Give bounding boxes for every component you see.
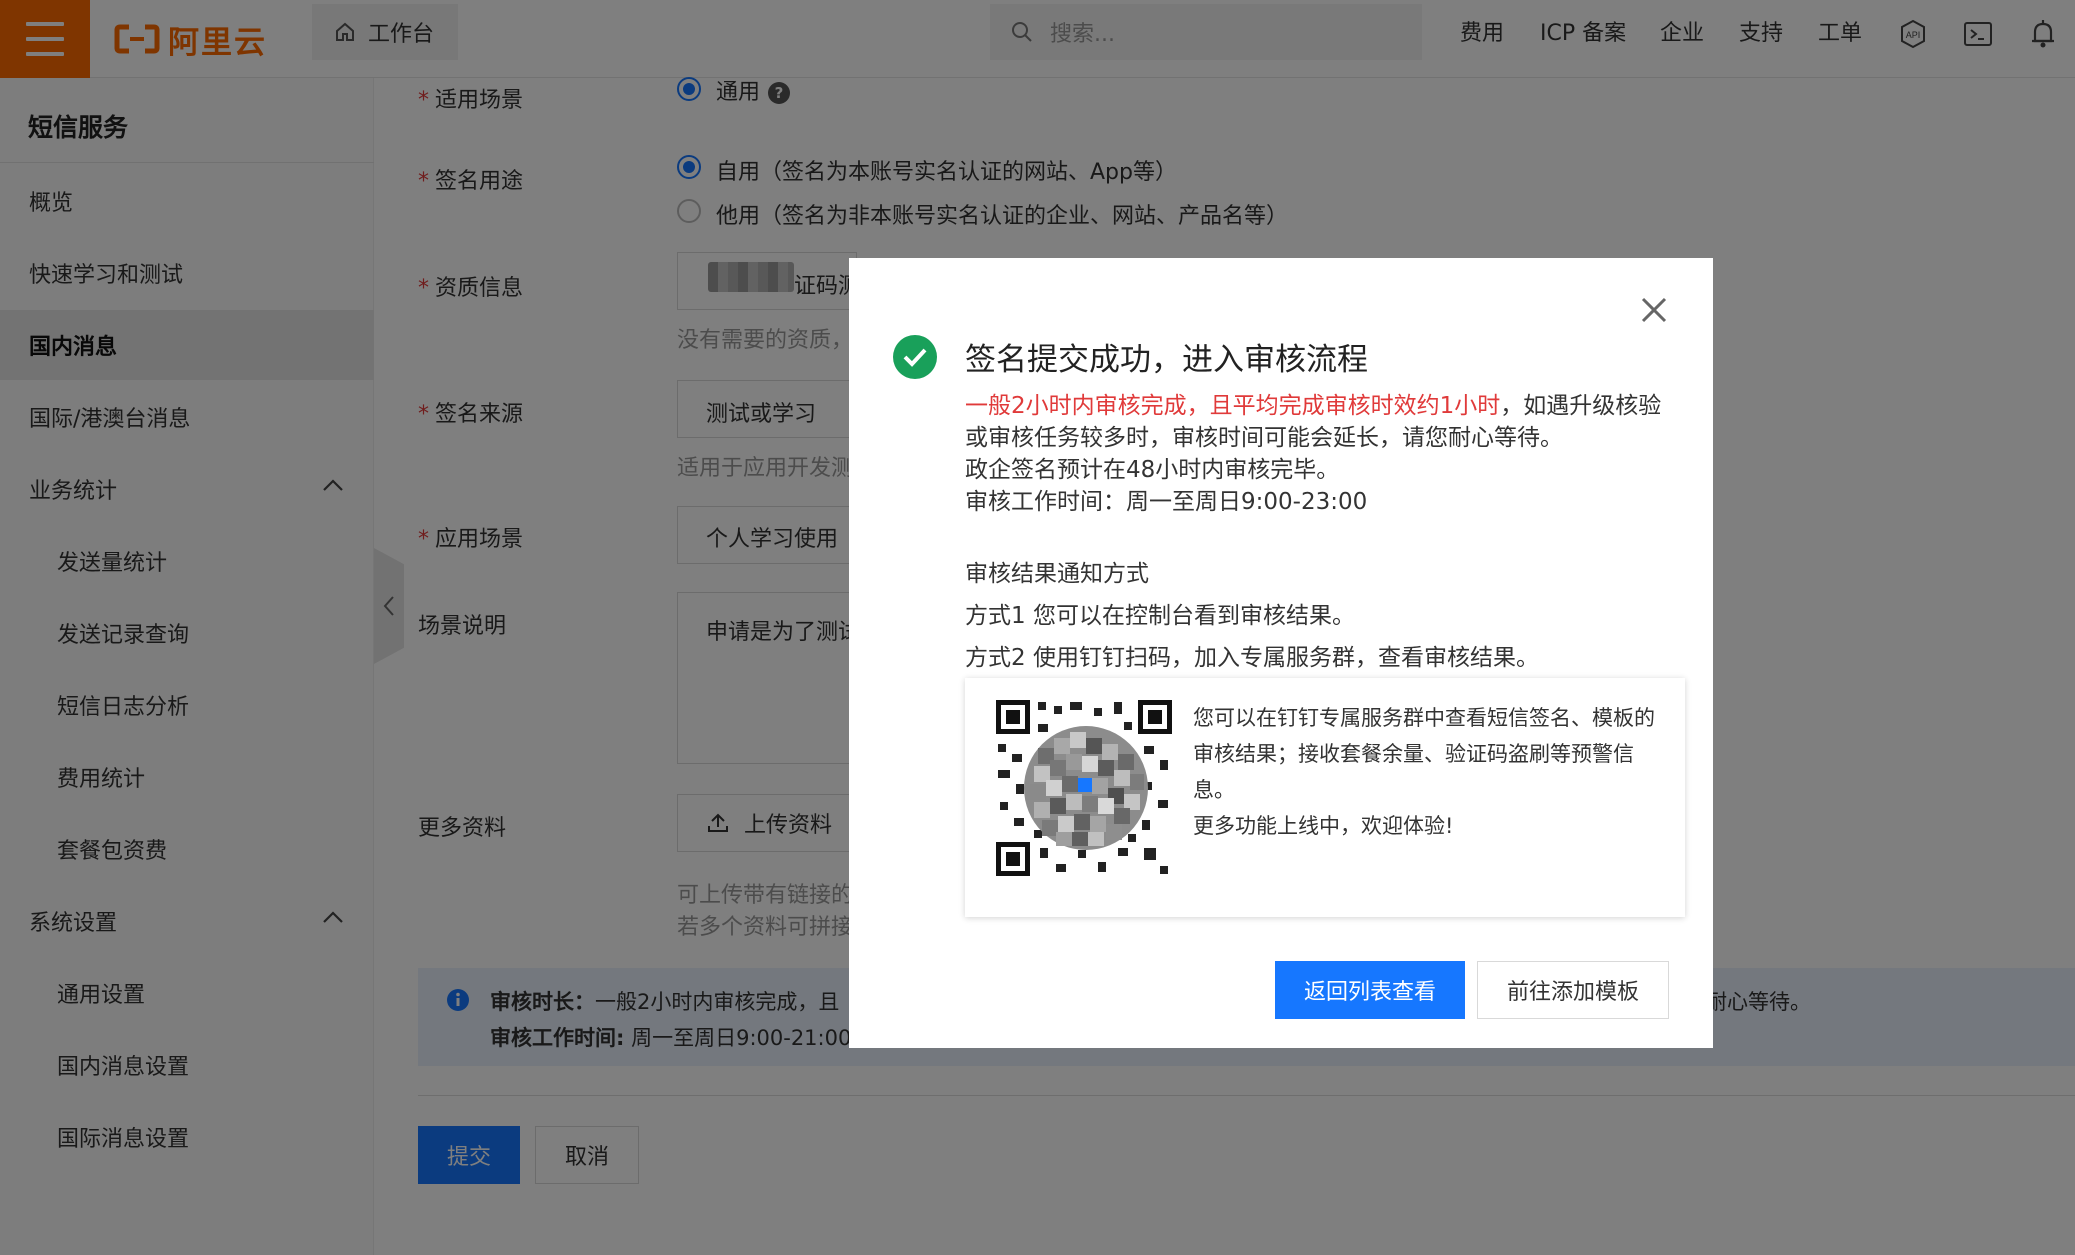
notify-method-1: 方式1 您可以在控制台看到审核结果。 bbox=[965, 603, 1355, 629]
dialog-title: 签名提交成功，进入审核流程 bbox=[965, 342, 1368, 378]
dingtalk-qr-card: 您可以在钉钉专属服务群中查看短信签名、模板的审核结果；接收套餐余量、验证码盗刷等… bbox=[965, 678, 1685, 917]
dingtalk-qr-code bbox=[994, 698, 1174, 878]
submit-success-dialog: 签名提交成功，进入审核流程 一般2小时内审核完成，且平均完成审核时效约1小时，如… bbox=[849, 258, 1713, 1048]
gov-review-line: 政企签名预计在48小时内审核完毕。 bbox=[965, 457, 1340, 483]
notify-title: 审核结果通知方式 bbox=[965, 561, 1149, 587]
qr-text-2: 更多功能上线中，欢迎体验! bbox=[1193, 814, 1454, 838]
dialog-body: 一般2小时内审核完成，且平均完成审核时效约1小时，如遇升级核验或审核任务较多时，… bbox=[965, 390, 1681, 518]
review-time-highlight: 一般2小时内审核完成，且平均完成审核时效约1小时 bbox=[965, 393, 1501, 419]
review-hours-line: 审核工作时间：周一至周日9:00-23:00 bbox=[965, 489, 1368, 515]
qr-description: 您可以在钉钉专属服务群中查看短信签名、模板的审核结果；接收套餐余量、验证码盗刷等… bbox=[1193, 700, 1663, 844]
success-check-icon bbox=[893, 335, 937, 379]
add-template-button[interactable]: 前往添加模板 bbox=[1477, 961, 1669, 1019]
close-icon[interactable] bbox=[1638, 294, 1670, 326]
notify-method-2: 方式2 使用钉钉扫码，加入专属服务群，查看审核结果。 bbox=[965, 645, 1539, 671]
back-to-list-button[interactable]: 返回列表查看 bbox=[1275, 961, 1465, 1019]
qr-text-1: 您可以在钉钉专属服务群中查看短信签名、模板的审核结果；接收套餐余量、验证码盗刷等… bbox=[1193, 706, 1655, 802]
